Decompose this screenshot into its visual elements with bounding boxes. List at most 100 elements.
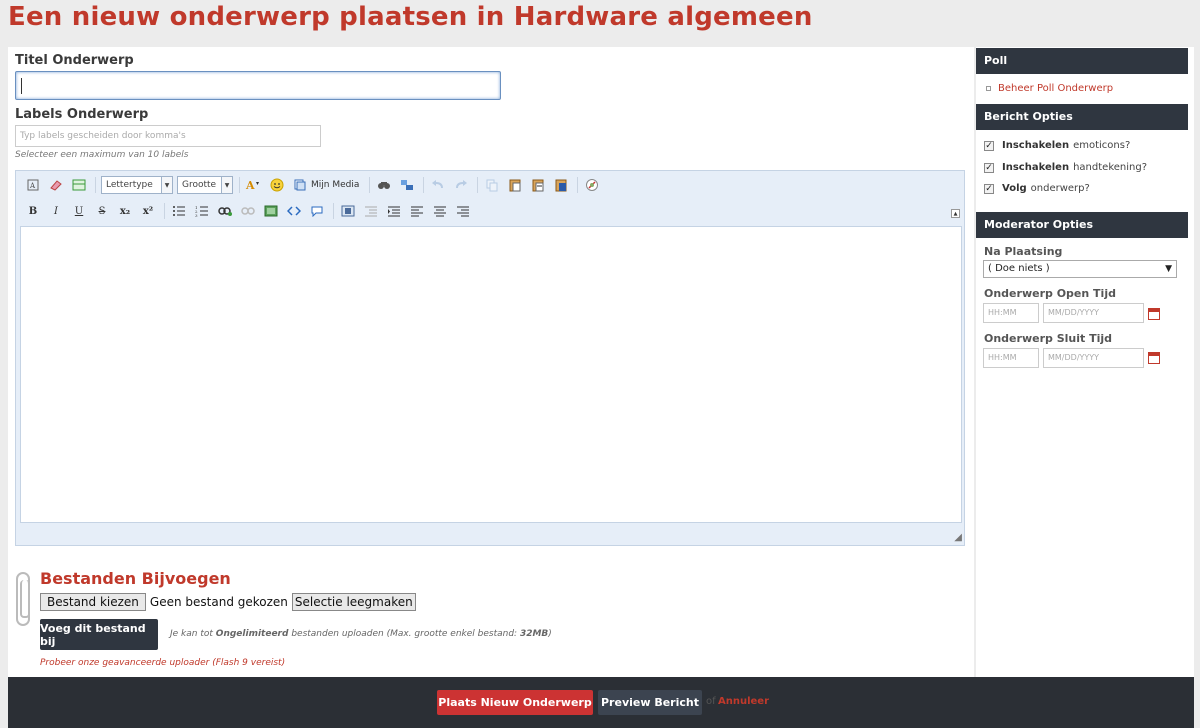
copy-icon[interactable] [483, 176, 501, 194]
media-icon[interactable] [291, 176, 309, 194]
open-time-label: Onderwerp Open Tijd [984, 287, 1116, 300]
option-emoticons-strong: Inschakelen [1002, 140, 1070, 151]
link-icon[interactable] [216, 202, 234, 220]
align-center-icon[interactable] [431, 202, 449, 220]
subscript-button[interactable]: x₂ [116, 202, 134, 220]
labels-hint: Selecteer een maximum van 10 labels [15, 150, 189, 160]
chevron-down-icon: ▼ [221, 177, 232, 193]
poll-header: Poll [976, 48, 1188, 74]
quote-icon[interactable] [308, 202, 326, 220]
upload-info-size: 32MB [519, 629, 549, 639]
chevron-down-icon: ▼ [1165, 264, 1172, 274]
option-follow[interactable]: ✓ Volg onderwerp? [984, 183, 1090, 194]
submit-topic-button[interactable]: Plaats Nieuw Onderwerp [437, 690, 593, 715]
size-select-label: Grootte [182, 180, 217, 190]
paperclip-icon [16, 572, 30, 626]
labels-input[interactable]: Typ labels gescheiden door komma's [15, 125, 321, 147]
title-input[interactable] [15, 71, 501, 100]
resize-handle-icon[interactable]: ◢ [954, 532, 962, 543]
calendar-icon[interactable] [1148, 352, 1160, 364]
choose-file-button[interactable]: Bestand kiezen [40, 593, 146, 611]
svg-text:3: 3 [195, 213, 198, 217]
option-signature[interactable]: ✓ Inschakelen handtekening? [984, 162, 1147, 173]
strikethrough-button[interactable]: S [93, 202, 111, 220]
upload-info-post: ) [548, 629, 552, 639]
undo-icon[interactable] [429, 176, 447, 194]
underline-button[interactable]: U [70, 202, 88, 220]
advanced-uploader-link[interactable]: Probeer onze geavanceerde uploader (Flas… [40, 658, 285, 668]
bullet-icon [986, 86, 991, 91]
font-select-label: Lettertype [106, 180, 153, 190]
smiley-icon[interactable] [268, 176, 286, 194]
text-caret [21, 78, 22, 94]
upload-info-unlimited: Ongelimiteerd [215, 629, 289, 639]
svg-text:A: A [245, 179, 255, 192]
find-icon[interactable] [375, 176, 393, 194]
code-icon[interactable] [285, 202, 303, 220]
or-text: of [706, 696, 716, 707]
eraser-icon[interactable] [47, 176, 65, 194]
upload-file-button[interactable]: Voeg dit bestand bij [40, 619, 158, 650]
checkbox-emoticons[interactable]: ✓ [984, 140, 994, 151]
editor-toolbar-bottom: B I U S x₂ x² 123 [24, 200, 477, 222]
option-emoticons-text: emoticons? [1073, 140, 1131, 151]
editor-content-area[interactable] [20, 226, 962, 523]
text-color-icon[interactable]: A ▾ [245, 176, 263, 194]
table-icon[interactable] [70, 176, 88, 194]
size-select[interactable]: Grootte ▼ [177, 176, 233, 194]
footer-actions: Plaats Nieuw Onderwerp Preview Bericht o… [8, 677, 1194, 728]
sidebar: Poll Beheer Poll Onderwerp Bericht Optie… [976, 47, 1194, 677]
superscript-button[interactable]: x² [139, 202, 157, 220]
open-time-input[interactable]: HH:MM [983, 303, 1039, 323]
manage-poll-link[interactable]: Beheer Poll Onderwerp [986, 83, 1113, 94]
no-file-text: Geen bestand gekozen [149, 595, 288, 609]
collapse-toolbar-icon[interactable]: ▲ [951, 209, 960, 218]
indent-icon[interactable] [385, 202, 403, 220]
calendar-icon[interactable] [1148, 308, 1160, 320]
option-emoticons[interactable]: ✓ Inschakelen emoticons? [984, 140, 1130, 151]
clear-selection-button[interactable]: Selectie leegmaken [291, 593, 416, 611]
italic-button[interactable]: I [47, 202, 65, 220]
close-time-input[interactable]: HH:MM [983, 348, 1039, 368]
option-follow-strong: Volg [1002, 183, 1027, 194]
switch-mode-icon[interactable]: A [24, 176, 42, 194]
checkbox-follow[interactable]: ✓ [984, 183, 994, 194]
upload-info: Je kan tot Ongelimiteerd bestanden uploa… [170, 629, 552, 639]
post-options-header: Bericht Opties [976, 104, 1188, 130]
paste-word-icon[interactable] [552, 176, 570, 194]
paste-text-icon[interactable] [529, 176, 547, 194]
close-time-label: Onderwerp Sluit Tijd [984, 332, 1112, 345]
moderator-options-header: Moderator Opties [976, 212, 1188, 238]
after-post-select[interactable]: ( Doe niets ) ▼ [983, 260, 1177, 278]
option-signature-text: handtekening? [1073, 162, 1148, 173]
option-follow-text: onderwerp? [1030, 183, 1090, 194]
bullet-list-icon[interactable] [170, 202, 188, 220]
remove-format-icon[interactable] [583, 176, 601, 194]
align-right-icon[interactable] [454, 202, 472, 220]
close-date-input[interactable]: MM/DD/YYYY [1043, 348, 1144, 368]
my-media-button[interactable]: Mijn Media [311, 180, 359, 190]
title-label: Titel Onderwerp [15, 53, 134, 68]
open-date-input[interactable]: MM/DD/YYYY [1043, 303, 1144, 323]
outdent-icon[interactable] [362, 202, 380, 220]
after-post-label: Na Plaatsing [984, 245, 1063, 258]
manage-poll-label: Beheer Poll Onderwerp [998, 83, 1114, 94]
checkbox-signature[interactable]: ✓ [984, 162, 994, 173]
option-signature-strong: Inschakelen [1002, 162, 1070, 173]
image-icon[interactable] [262, 202, 280, 220]
font-select[interactable]: Lettertype ▼ [101, 176, 173, 194]
svg-text:▾: ▾ [256, 180, 259, 187]
spoiler-icon[interactable] [339, 202, 357, 220]
numbered-list-icon[interactable]: 123 [193, 202, 211, 220]
paste-icon[interactable] [506, 176, 524, 194]
file-input: Bestand kiezen Geen bestand gekozen Sele… [40, 593, 416, 611]
align-left-icon[interactable] [408, 202, 426, 220]
svg-text:A: A [29, 182, 36, 190]
editor-toolbar-top: A Lettertype ▼ Grootte ▼ A ▾ Mijn Media [24, 174, 606, 196]
redo-icon[interactable] [452, 176, 470, 194]
replace-icon[interactable] [398, 176, 416, 194]
unlink-icon[interactable] [239, 202, 257, 220]
cancel-link[interactable]: Annuleer [718, 696, 769, 707]
bold-button[interactable]: B [24, 202, 42, 220]
preview-button[interactable]: Preview Bericht [598, 690, 702, 715]
